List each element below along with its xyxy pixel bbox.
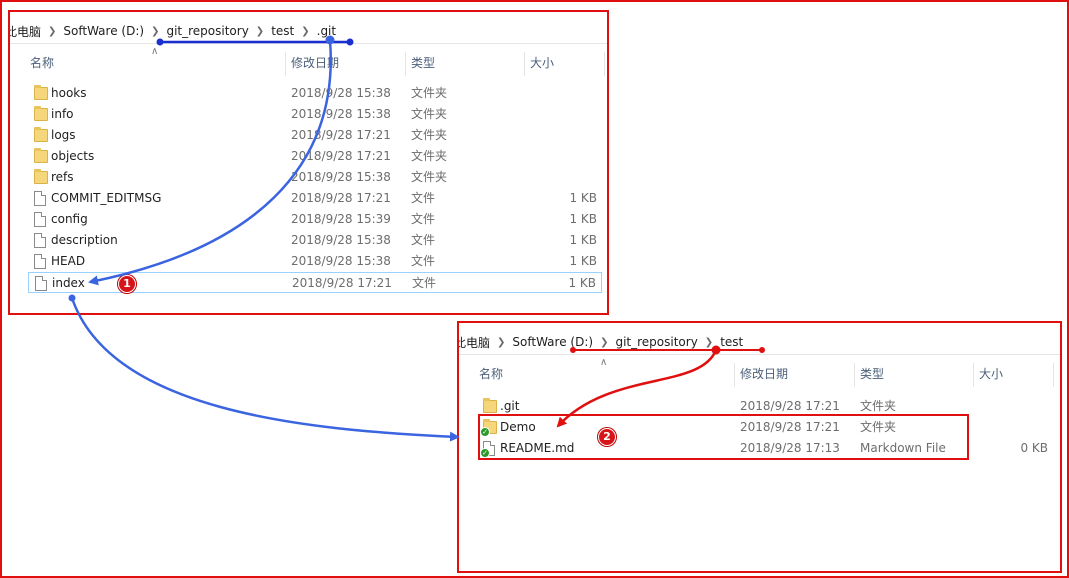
file-modified-date: 2018/9/28 15:38 [291, 170, 391, 184]
column-name-header[interactable]: 名称 [25, 52, 286, 76]
folder-icon [34, 148, 48, 163]
chevron-right-icon[interactable]: ❯ [703, 337, 715, 348]
file-name: COMMIT_EDITMSG [51, 191, 162, 205]
file-row[interactable]: objects 2018/9/28 17:21 文件夹 [28, 146, 602, 167]
file-row[interactable]: refs 2018/9/28 15:38 文件夹 [28, 167, 602, 188]
breadcrumb[interactable]: 此电脑 ❯ SoftWare (D:) ❯ git_repository ❯ t… [459, 329, 1060, 355]
file-icon [34, 191, 46, 206]
file-row[interactable]: info 2018/9/28 15:38 文件夹 [28, 104, 602, 125]
file-size: 1 KB [569, 212, 597, 226]
file-row[interactable]: config 2018/9/28 15:39 文件 1 KB [28, 209, 602, 230]
file-type: 文件夹 [411, 170, 448, 184]
breadcrumb-git[interactable]: .git [312, 24, 341, 38]
file-size: 1 KB [569, 254, 597, 268]
breadcrumb-git-repository[interactable]: git_repository [610, 335, 702, 349]
address-divider [459, 354, 1060, 355]
breadcrumb-this-pc[interactable]: 此电脑 [459, 334, 495, 351]
file-modified-date: 2018/9/28 15:38 [291, 86, 391, 100]
file-name: refs [51, 170, 74, 184]
chevron-right-icon[interactable]: ❯ [495, 337, 507, 348]
folder-icon [34, 106, 48, 121]
breadcrumb-drive[interactable]: SoftWare (D:) [507, 335, 598, 349]
file-modified-date: 2018/9/28 17:21 [292, 276, 392, 290]
file-name: config [51, 212, 88, 226]
file-type: 文件夹 [411, 149, 448, 163]
file-name: hooks [51, 86, 87, 100]
file-row[interactable]: COMMIT_EDITMSG 2018/9/28 17:21 文件 1 KB [28, 188, 602, 209]
column-header: 名称 修改日期 类型 大小 [10, 52, 607, 76]
folder-icon [34, 85, 48, 100]
chevron-right-icon[interactable]: ❯ [149, 26, 161, 37]
file-row[interactable]: index 2018/9/28 17:21 文件 1 KB [28, 272, 602, 293]
explorer-window-git-folder: 此电脑 ❯ SoftWare (D:) ❯ git_repository ❯ t… [8, 10, 609, 315]
callout-badge-1: 1 [118, 275, 136, 293]
chevron-right-icon[interactable]: ❯ [598, 337, 610, 348]
column-date-header[interactable]: 修改日期 [735, 363, 855, 387]
column-size-header[interactable]: 大小 [974, 363, 1054, 387]
column-size-header[interactable]: 大小 [525, 52, 605, 76]
file-icon [35, 276, 47, 291]
breadcrumb-git-repository[interactable]: git_repository [161, 24, 253, 38]
breadcrumb-test[interactable]: test [715, 335, 748, 349]
file-type: 文件夹 [411, 86, 448, 100]
folder-icon [34, 127, 48, 142]
file-modified-date: 2018/9/28 17:21 [291, 128, 391, 142]
file-name: description [51, 233, 118, 247]
file-type: 文件夹 [411, 107, 448, 121]
file-row[interactable]: logs 2018/9/28 17:21 文件夹 [28, 125, 602, 146]
chevron-right-icon[interactable]: ❯ [299, 26, 311, 37]
file-size: 1 KB [569, 233, 597, 247]
file-type: 文件 [411, 254, 436, 268]
breadcrumb-drive[interactable]: SoftWare (D:) [58, 24, 149, 38]
file-row[interactable]: hooks 2018/9/28 15:38 文件夹 [28, 83, 602, 104]
file-name: index [52, 276, 85, 290]
file-type: 文件 [411, 233, 436, 247]
file-modified-date: 2018/9/28 15:38 [291, 233, 391, 247]
file-name: info [51, 107, 74, 121]
file-type: 文件夹 [411, 128, 448, 142]
file-row[interactable]: description 2018/9/28 15:38 文件 1 KB [28, 230, 602, 251]
column-header: 名称 修改日期 类型 大小 [459, 363, 1060, 387]
file-type: 文件 [412, 276, 437, 290]
file-size: 1 KB [568, 276, 596, 290]
file-name: objects [51, 149, 95, 163]
file-type: 文件 [411, 212, 436, 226]
breadcrumb[interactable]: 此电脑 ❯ SoftWare (D:) ❯ git_repository ❯ t… [10, 18, 607, 44]
file-modified-date: 2018/9/28 15:39 [291, 212, 391, 226]
highlight-box-tracked-files [478, 414, 969, 460]
file-icon [34, 212, 46, 227]
folder-icon [483, 398, 497, 413]
file-name: logs [51, 128, 76, 142]
chevron-right-icon[interactable]: ❯ [46, 26, 58, 37]
file-modified-date: 2018/9/28 17:21 [291, 149, 391, 163]
breadcrumb-test[interactable]: test [266, 24, 299, 38]
chevron-right-icon[interactable]: ❯ [254, 26, 266, 37]
file-icon [34, 233, 46, 248]
file-icon [34, 254, 46, 269]
file-size: 1 KB [569, 191, 597, 205]
folder-icon [34, 169, 48, 184]
breadcrumb-this-pc[interactable]: 此电脑 [10, 23, 46, 40]
callout-badge-2: 2 [598, 428, 616, 446]
column-name-header[interactable]: 名称 [474, 363, 735, 387]
address-divider [10, 43, 607, 44]
column-type-header[interactable]: 类型 [406, 52, 525, 76]
file-modified-date: 2018/9/28 15:38 [291, 254, 391, 268]
column-type-header[interactable]: 类型 [855, 363, 974, 387]
column-date-header[interactable]: 修改日期 [286, 52, 406, 76]
file-modified-date: 2018/9/28 15:38 [291, 107, 391, 121]
file-modified-date: 2018/9/28 17:21 [291, 191, 391, 205]
file-size: 0 KB [1020, 441, 1048, 455]
file-name: HEAD [51, 254, 86, 268]
file-row[interactable]: HEAD 2018/9/28 15:38 文件 1 KB [28, 251, 602, 272]
file-type: 文件 [411, 191, 436, 205]
